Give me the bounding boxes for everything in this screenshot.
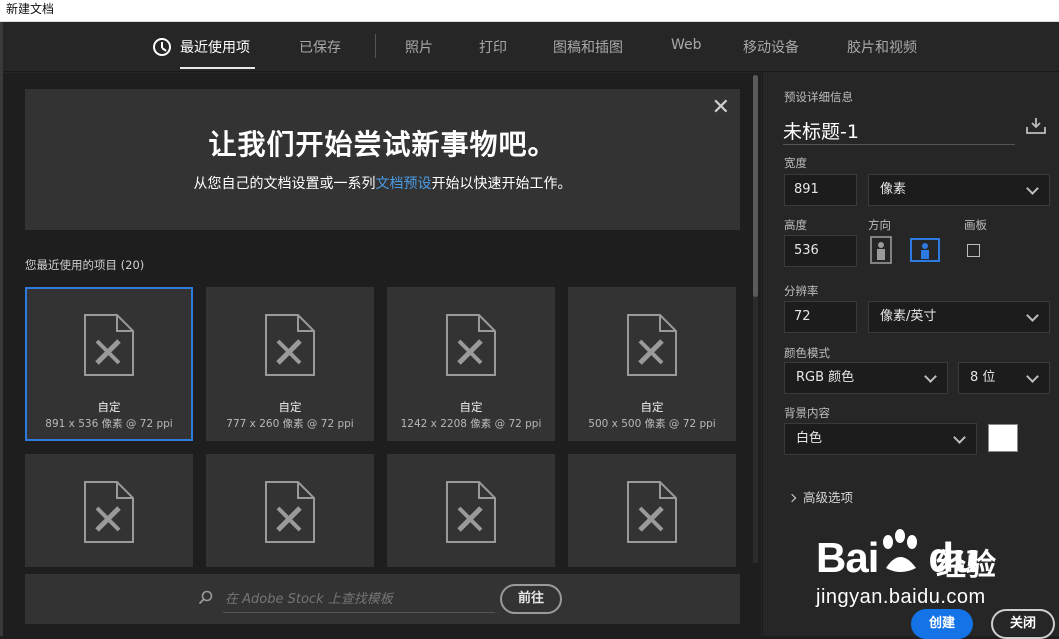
banner-title: 让我们开始尝试新事物吧。 (208, 128, 557, 161)
preset-details-panel: 预设详细信息 未标题-1 宽度 891 像素 高度 方向 画板 536 分辨率 … (762, 73, 1059, 639)
tab-art-illustration[interactable]: 图稿和插图 (553, 37, 623, 57)
recent-item-card[interactable]: 自定 777 x 260 像素 @ 72 ppi (206, 287, 374, 441)
recent-item-card[interactable]: 自定 500 x 500 像素 @ 72 ppi (568, 287, 736, 441)
recent-item-card[interactable] (387, 454, 555, 567)
recent-item-meta: 500 x 500 像素 @ 72 ppi (588, 418, 716, 430)
artboard-label: 画板 (964, 218, 987, 232)
stock-go-button[interactable]: 前往 (500, 584, 562, 614)
recent-item-card[interactable] (206, 454, 374, 567)
recent-item-card[interactable] (568, 454, 736, 567)
bit-depth-value: 8 位 (970, 370, 996, 385)
tab-recent[interactable]: 最近使用项 (180, 37, 250, 57)
recent-items-label: 您最近使用的项目 (25, 258, 117, 272)
document-pencil-ruler-icon (627, 481, 677, 543)
document-presets-link[interactable]: 文档预设 (376, 176, 432, 192)
height-label: 高度 (784, 218, 807, 232)
background-value: 白色 (796, 431, 823, 446)
preset-details-label: 预设详细信息 (784, 90, 853, 104)
new-document-dialog: 最近使用项 已保存 照片 打印 图稿和插图 Web 移动设备 胶片和视频 让我们… (3, 22, 1059, 639)
chevron-down-icon (1026, 370, 1039, 383)
document-pencil-ruler-icon (446, 314, 496, 376)
active-tab-indicator (180, 67, 255, 69)
background-color-swatch[interactable] (988, 424, 1018, 452)
width-label: 宽度 (784, 156, 807, 170)
window-title: 新建文档 (0, 0, 1059, 22)
width-unit-value: 像素 (880, 182, 907, 197)
document-pencil-ruler-icon (265, 314, 315, 376)
close-button[interactable]: 关闭 (991, 609, 1055, 639)
search-icon (198, 590, 213, 605)
tab-web[interactable]: Web (671, 37, 702, 53)
orientation-label: 方向 (868, 218, 891, 232)
resolution-unit-dropdown[interactable]: 像素/英寸 (868, 301, 1050, 333)
banner-subtitle: 从您自己的文档设置或一系列文档预设开始以快速开始工作。 (25, 173, 740, 193)
width-unit-dropdown[interactable]: 像素 (868, 174, 1050, 206)
recent-item-card[interactable]: 自定 891 x 536 像素 @ 72 ppi (25, 287, 193, 441)
tab-photo[interactable]: 照片 (405, 37, 433, 57)
tab-film-video[interactable]: 胶片和视频 (847, 37, 917, 57)
chevron-down-icon (1026, 182, 1039, 195)
resolution-input[interactable]: 72 (784, 301, 857, 333)
chevron-down-icon (924, 370, 937, 383)
tab-print[interactable]: 打印 (479, 37, 507, 57)
presets-pane: 让我们开始尝试新事物吧。 从您自己的文档设置或一系列文档预设开始以快速开始工作。… (3, 73, 761, 636)
color-mode-dropdown[interactable]: RGB 颜色 (784, 362, 948, 394)
banner-subtitle-after: 开始以快速开始工作。 (431, 176, 572, 192)
landscape-orientation-icon[interactable] (910, 236, 940, 264)
recent-item-card[interactable] (25, 454, 193, 567)
tab-separator (375, 34, 376, 58)
portrait-orientation-icon[interactable] (868, 236, 894, 264)
recent-items-heading: 您最近使用的项目 (20) (25, 257, 144, 273)
recent-item-name: 自定 (278, 400, 302, 414)
create-button[interactable]: 创建 (911, 609, 973, 639)
welcome-banner: 让我们开始尝试新事物吧。 从您自己的文档设置或一系列文档预设开始以快速开始工作。… (25, 89, 740, 230)
recent-item-name: 自定 (640, 400, 664, 414)
recent-items-grid: 自定 891 x 536 像素 @ 72 ppi 自定 777 x 260 像素… (25, 287, 743, 567)
width-input[interactable]: 891 (784, 174, 857, 206)
color-mode-label: 颜色模式 (784, 346, 830, 360)
scrollbar-thumb[interactable] (753, 75, 758, 297)
resolution-unit-value: 像素/英寸 (880, 309, 937, 324)
document-name-field[interactable]: 未标题-1 (783, 117, 1015, 145)
recent-item-name: 自定 (97, 400, 121, 414)
height-input[interactable]: 536 (784, 235, 857, 267)
tab-mobile[interactable]: 移动设备 (743, 37, 799, 57)
stock-search-bar: 前往 (25, 574, 740, 624)
chevron-down-icon (1026, 309, 1039, 322)
document-pencil-ruler-icon (84, 481, 134, 543)
banner-subtitle-before: 从您自己的文档设置或一系列 (193, 176, 376, 192)
recent-item-meta: 777 x 260 像素 @ 72 ppi (226, 418, 354, 430)
background-dropdown[interactable]: 白色 (784, 423, 977, 455)
category-tabs: 最近使用项 已保存 照片 打印 图稿和插图 Web 移动设备 胶片和视频 (3, 22, 1059, 72)
advanced-options-label: 高级选项 (803, 490, 854, 505)
document-pencil-ruler-icon (84, 314, 134, 376)
recent-item-meta: 891 x 536 像素 @ 72 ppi (45, 418, 173, 430)
document-pencil-ruler-icon (446, 481, 496, 543)
recent-items-count: (20) (120, 258, 145, 272)
background-label: 背景内容 (784, 406, 830, 420)
color-mode-value: RGB 颜色 (796, 370, 855, 385)
stock-search-input[interactable] (223, 587, 495, 613)
resolution-label: 分辨率 (784, 284, 819, 298)
recent-item-meta: 1242 x 2208 像素 @ 72 ppi (400, 418, 542, 430)
recent-item-name: 自定 (459, 400, 483, 414)
close-icon[interactable]: ✕ (712, 95, 730, 120)
artboard-checkbox[interactable] (967, 244, 980, 257)
chevron-right-icon (787, 493, 797, 503)
clock-icon (153, 38, 171, 56)
recent-item-card[interactable]: 自定 1242 x 2208 像素 @ 72 ppi (387, 287, 555, 441)
bit-depth-dropdown[interactable]: 8 位 (958, 362, 1050, 394)
document-pencil-ruler-icon (627, 314, 677, 376)
advanced-options-toggle[interactable]: 高级选项 (787, 487, 854, 506)
save-preset-icon[interactable] (1025, 117, 1047, 135)
chevron-down-icon (953, 431, 966, 444)
tab-saved[interactable]: 已保存 (299, 37, 341, 57)
document-pencil-ruler-icon (265, 481, 315, 543)
